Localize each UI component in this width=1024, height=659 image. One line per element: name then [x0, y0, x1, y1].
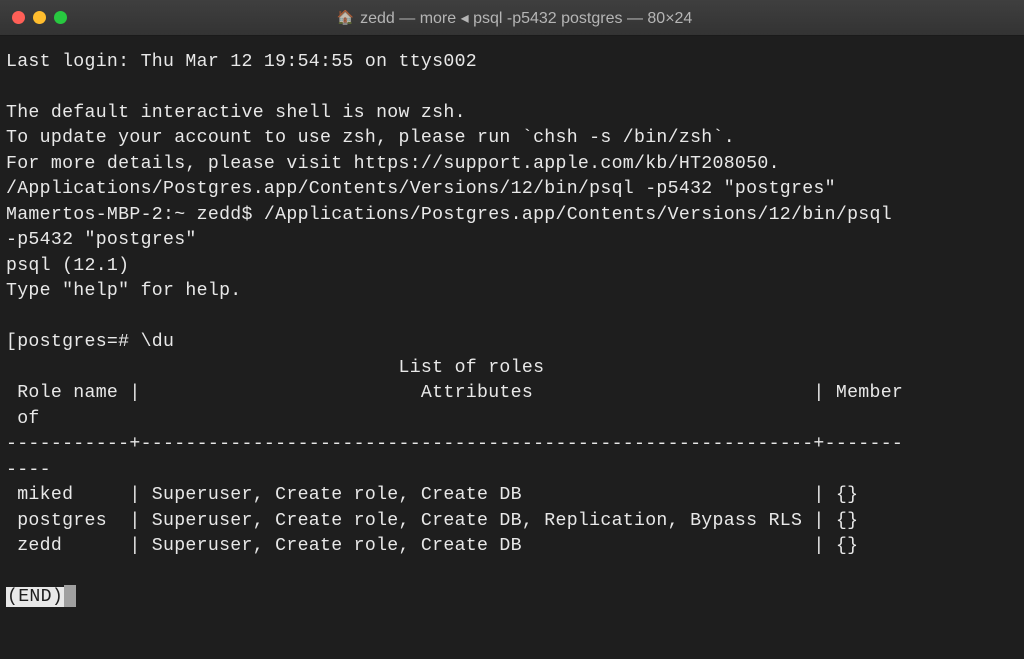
roles-table-row-zedd: zedd | Superuser, Create role, Create DB…: [6, 536, 858, 556]
roles-table-title: List of roles: [6, 358, 544, 378]
terminal-output[interactable]: Last login: Thu Mar 12 19:54:55 on ttys0…: [0, 36, 1024, 611]
home-icon: 🏠: [337, 9, 354, 26]
psql-command-echo: /Applications/Postgres.app/Contents/Vers…: [6, 179, 836, 199]
zsh-notice-line-2: To update your account to use zsh, pleas…: [6, 128, 735, 148]
roles-table-header-cont: of: [6, 409, 40, 429]
roles-table-row-miked: miked | Superuser, Create role, Create D…: [6, 485, 858, 505]
pager-end-marker: (END): [6, 587, 64, 607]
psql-prompt-du-command: [postgres=# \du: [6, 332, 174, 352]
psql-help-line: Type "help" for help.: [6, 281, 242, 301]
window-title: 🏠 zedd — more ◂ psql -p5432 postgres — 8…: [17, 8, 1012, 28]
roles-table-separator-cont: ----: [6, 460, 51, 480]
cursor-icon: [64, 585, 76, 607]
zsh-notice-line-1: The default interactive shell is now zsh…: [6, 103, 466, 123]
roles-table-row-postgres: postgres | Superuser, Create role, Creat…: [6, 511, 858, 531]
window-title-text: zedd — more ◂ psql -p5432 postgres — 80×…: [360, 8, 692, 28]
roles-table-separator: -----------+----------------------------…: [6, 434, 903, 454]
zsh-notice-line-3: For more details, please visit https://s…: [6, 154, 780, 174]
last-login-line: Last login: Thu Mar 12 19:54:55 on ttys0…: [6, 52, 477, 72]
window-titlebar[interactable]: 🏠 zedd — more ◂ psql -p5432 postgres — 8…: [0, 0, 1024, 36]
shell-prompt-line-1: Mamertos-MBP-2:~ zedd$ /Applications/Pos…: [6, 205, 903, 225]
psql-version-line: psql (12.1): [6, 256, 129, 276]
shell-prompt-line-2: -p5432 "postgres": [6, 230, 197, 250]
roles-table-header: Role name | Attributes | Member: [6, 383, 903, 403]
